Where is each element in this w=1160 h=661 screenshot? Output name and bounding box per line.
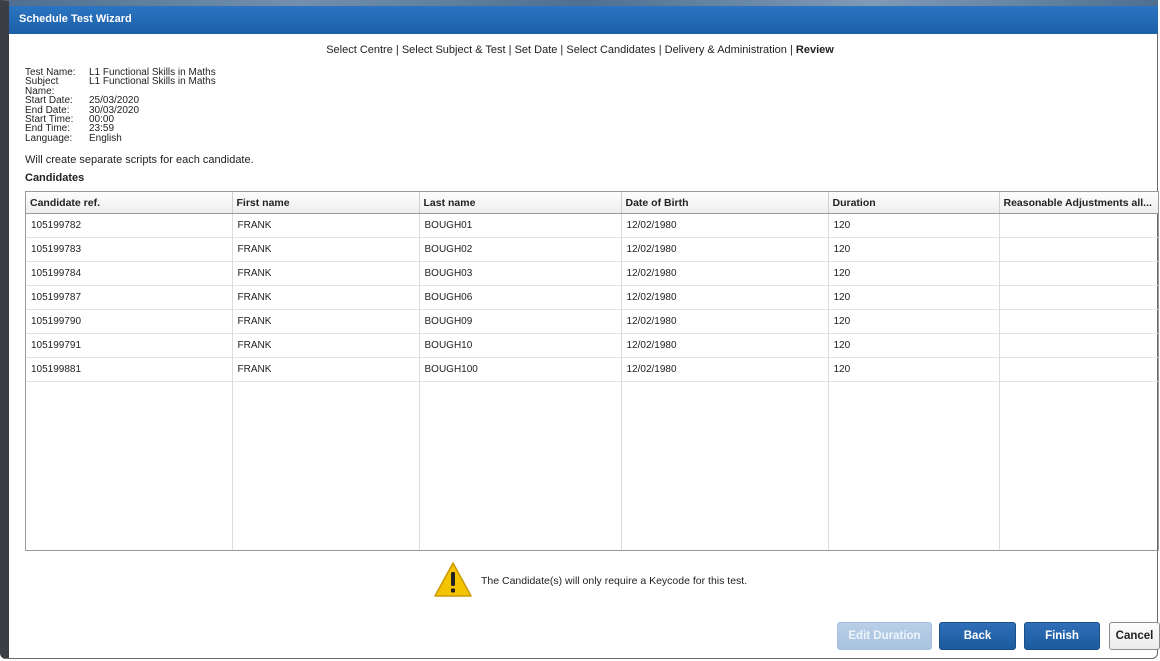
step-select-centre[interactable]: Select Centre <box>326 44 393 56</box>
window-titlebar[interactable]: Schedule Test Wizard <box>9 0 1158 34</box>
table-row[interactable]: 105199791 FRANK BOUGH10 12/02/1980 120 <box>26 333 1158 358</box>
table-cell: BOUGH02 <box>419 237 622 262</box>
test-info-value: L1 Functional Skills in Maths <box>89 76 216 88</box>
test-info-value: English <box>89 132 122 144</box>
table-cell: 105199790 <box>26 309 233 334</box>
table-cell <box>999 333 1158 358</box>
column-header[interactable]: Date of Birth <box>621 192 829 214</box>
table-cell: BOUGH09 <box>419 309 622 334</box>
table-cell <box>999 285 1158 310</box>
empty-cell <box>26 381 233 550</box>
table-cell: 12/02/1980 <box>621 285 829 310</box>
table-cell: BOUGH100 <box>419 357 622 382</box>
candidates-grid[interactable]: Candidate ref. First name Last name Date of… <box>25 191 1159 551</box>
finish-button[interactable]: Finish <box>1024 622 1100 650</box>
table-cell: FRANK <box>232 237 420 262</box>
table-cell: FRANK <box>232 309 420 334</box>
step-separator: | <box>557 44 567 56</box>
table-cell: 120 <box>828 357 1000 382</box>
grid-body: 105199782 FRANK BOUGH01 12/02/1980 120 105199… <box>26 213 1158 550</box>
table-cell: 120 <box>828 333 1000 358</box>
table-cell: 120 <box>828 213 1000 238</box>
table-cell: FRANK <box>232 261 420 286</box>
window-title: Schedule Test Wizard <box>19 13 132 25</box>
table-cell <box>999 261 1158 286</box>
wizard-steps-breadcrumb: Select Centre | Select Subject & Test | … <box>0 44 1160 56</box>
table-cell: 105199783 <box>26 237 233 262</box>
cancel-button[interactable]: Cancel <box>1109 622 1160 650</box>
table-cell: 120 <box>828 237 1000 262</box>
step-delivery-administration[interactable]: Delivery & Administration <box>665 44 787 56</box>
table-cell: FRANK <box>232 285 420 310</box>
step-set-date[interactable]: Set Date <box>515 44 558 56</box>
table-cell: BOUGH01 <box>419 213 622 238</box>
table-cell: 12/02/1980 <box>621 333 829 358</box>
table-cell <box>999 357 1158 382</box>
column-header[interactable]: Last name <box>419 192 622 214</box>
table-cell: BOUGH03 <box>419 261 622 286</box>
table-cell: 12/02/1980 <box>621 309 829 334</box>
test-info-row: Language: English <box>25 132 216 144</box>
titlebar-strip <box>9 0 1158 6</box>
table-cell: 120 <box>828 285 1000 310</box>
column-header[interactable]: First name <box>232 192 420 214</box>
table-cell: FRANK <box>232 333 420 358</box>
warning-triangle-icon <box>433 561 473 601</box>
empty-cell <box>999 381 1158 550</box>
table-cell: 120 <box>828 261 1000 286</box>
table-row[interactable]: 105199784 FRANK BOUGH03 12/02/1980 120 <box>26 261 1158 286</box>
warning-text: The Candidate(s) will only require a Key… <box>481 575 748 587</box>
empty-cell <box>621 381 829 550</box>
table-cell: 12/02/1980 <box>621 261 829 286</box>
step-separator: | <box>655 44 665 56</box>
table-cell: FRANK <box>232 357 420 382</box>
empty-cell <box>828 381 1000 550</box>
table-cell: 12/02/1980 <box>621 213 829 238</box>
back-button[interactable]: Back <box>939 622 1016 650</box>
table-cell: 120 <box>828 309 1000 334</box>
table-cell <box>999 213 1158 238</box>
table-cell <box>999 237 1158 262</box>
step-separator: | <box>505 44 515 56</box>
table-cell: 12/02/1980 <box>621 237 829 262</box>
empty-cell <box>232 381 420 550</box>
test-info-panel: Test Name: L1 Functional Skills in Maths S… <box>25 67 216 144</box>
table-cell: BOUGH06 <box>419 285 622 310</box>
column-header[interactable]: Candidate ref. <box>26 192 233 214</box>
table-row[interactable]: 105199782 FRANK BOUGH01 12/02/1980 120 <box>26 213 1158 238</box>
table-row[interactable]: 105199881 FRANK BOUGH100 12/02/1980 120 <box>26 357 1158 382</box>
column-header[interactable]: Reasonable Adjustments all... <box>999 192 1158 214</box>
step-review[interactable]: Review <box>796 44 834 56</box>
table-cell: BOUGH10 <box>419 333 622 358</box>
table-row[interactable]: 105199783 FRANK BOUGH02 12/02/1980 120 <box>26 237 1158 262</box>
table-cell: FRANK <box>232 213 420 238</box>
table-cell: 105199881 <box>26 357 233 382</box>
keycode-warning: The Candidate(s) will only require a Key… <box>433 561 747 601</box>
test-info-key: Language: <box>25 132 73 144</box>
table-cell <box>999 309 1158 334</box>
grid-header-row: Candidate ref. First name Last name Date of… <box>26 192 1158 214</box>
candidates-heading: Candidates <box>25 172 85 184</box>
edit-duration-button[interactable]: Edit Duration <box>837 622 932 650</box>
grid-empty-area <box>26 381 1158 550</box>
step-select-candidates[interactable]: Select Candidates <box>566 44 655 56</box>
table-row[interactable]: 105199790 FRANK BOUGH09 12/02/1980 120 <box>26 309 1158 334</box>
table-cell: 105199782 <box>26 213 233 238</box>
separate-scripts-note: Will create separate scripts for each ca… <box>25 154 254 166</box>
step-separator: | <box>392 44 402 56</box>
empty-cell <box>419 381 622 550</box>
test-info-key: Subject Name: <box>25 76 59 97</box>
step-separator: | <box>786 44 796 56</box>
table-cell: 105199791 <box>26 333 233 358</box>
step-select-subject-test[interactable]: Select Subject & Test <box>402 44 506 56</box>
table-cell: 105199787 <box>26 285 233 310</box>
table-row[interactable]: 105199787 FRANK BOUGH06 12/02/1980 120 <box>26 285 1158 310</box>
test-info-row: Subject Name: L1 Functional Skills in Mat… <box>25 77 216 96</box>
column-header[interactable]: Duration <box>828 192 1000 214</box>
table-cell: 105199784 <box>26 261 233 286</box>
table-cell: 12/02/1980 <box>621 357 829 382</box>
